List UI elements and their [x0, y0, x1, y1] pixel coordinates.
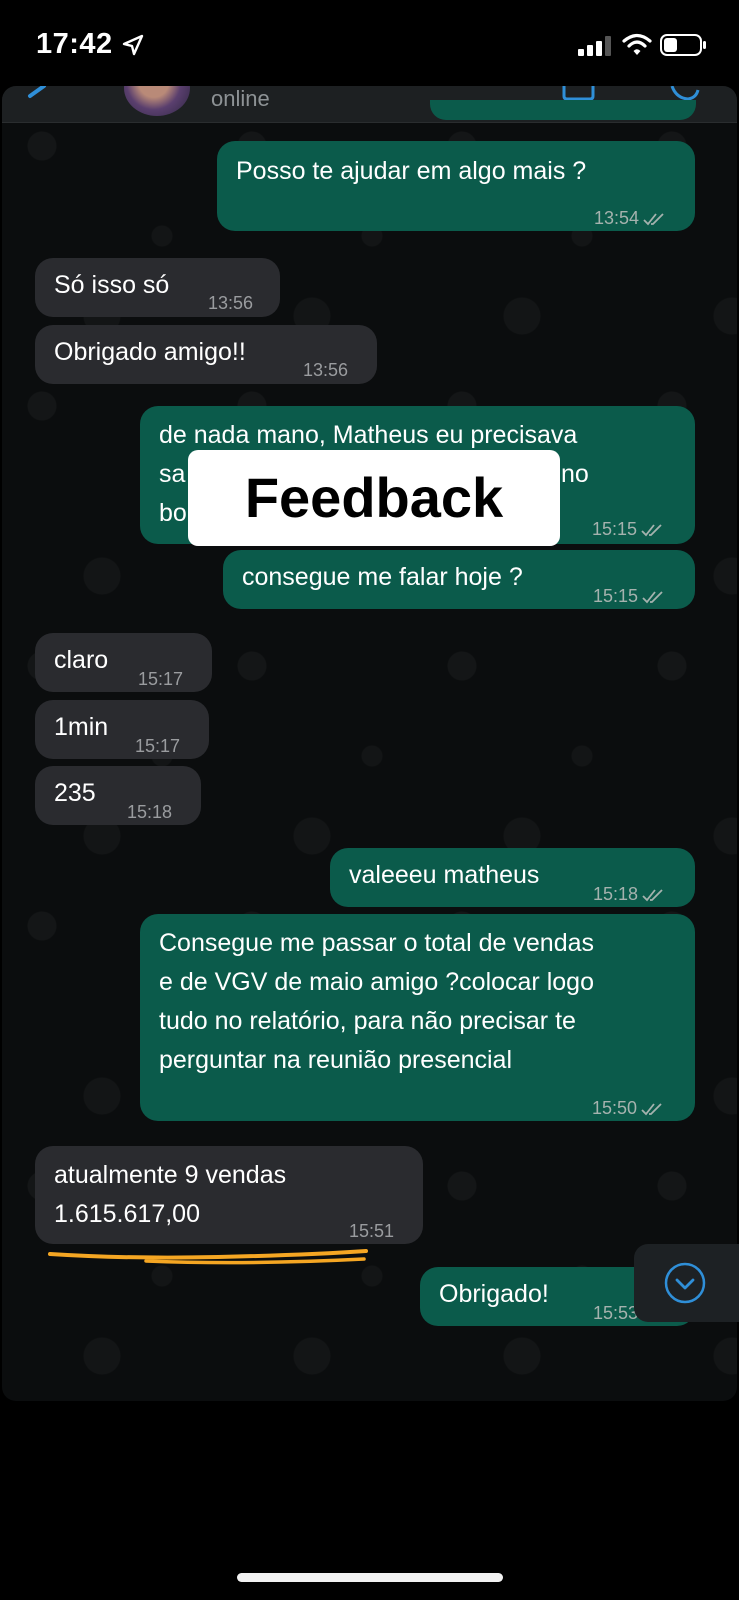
battery-icon: [660, 34, 706, 56]
location-arrow-icon: [122, 34, 144, 56]
home-indicator[interactable]: [237, 1573, 503, 1582]
message-time: 15:18: [127, 802, 173, 822]
message-text: consegue me falar hoje ?: [242, 563, 523, 591]
time-label: 15:53: [593, 1303, 639, 1323]
message-text-line: 1.615.617,00: [54, 1200, 200, 1228]
message-text: Só isso só: [54, 271, 170, 299]
highlight-underline: [48, 1249, 368, 1265]
time-label: 15:15: [593, 586, 639, 606]
message-incoming[interactable]: 235 15:18: [35, 766, 201, 825]
message-text-line: perguntar na reunião presencial: [159, 1046, 513, 1074]
video-call-icon[interactable]: [562, 86, 602, 100]
message-time: 13:56: [208, 293, 254, 313]
message-text: Obrigado amigo!!: [54, 338, 246, 366]
contact-status: online: [211, 86, 270, 111]
message-outgoing[interactable]: Posso te ajudar em algo mais ? 13:54: [217, 141, 695, 231]
message-text-line: atualmente 9 vendas: [54, 1161, 287, 1189]
message-outgoing[interactable]: consegue me falar hoje ? 15:15: [223, 550, 695, 609]
message-text: 1min: [54, 713, 109, 741]
avatar[interactable]: [124, 86, 190, 116]
wifi-icon: [622, 33, 652, 55]
feedback-overlay-label: Feedback: [188, 450, 560, 546]
read-ticks-icon: [642, 591, 663, 604]
read-ticks-icon: [643, 213, 664, 226]
message-time: 15:17: [135, 736, 181, 756]
message-text-fragment: bo: [159, 499, 187, 527]
message-text-line: tudo no relatório, para não precisar te: [159, 1007, 576, 1035]
read-ticks-icon: [642, 889, 663, 902]
status-time: 17:42: [36, 28, 113, 60]
message-partial: [430, 100, 696, 120]
message-incoming[interactable]: Só isso só 13:56: [35, 258, 280, 317]
message-text: Posso te ajudar em algo mais ?: [236, 157, 587, 185]
message-time: 13:54: [594, 199, 665, 238]
message-outgoing[interactable]: Consegue me passar o total de vendas e d…: [140, 914, 695, 1121]
time-label: 13:54: [594, 208, 640, 228]
message-text: claro: [54, 646, 109, 674]
message-incoming[interactable]: Obrigado amigo!! 13:56: [35, 325, 377, 384]
message-text: 235: [54, 779, 96, 807]
message-time: 15:50: [592, 1089, 663, 1128]
read-ticks-icon: [641, 524, 662, 537]
message-text-line: Consegue me passar o total de vendas: [159, 929, 594, 957]
message-text-line: e de VGV de maio amigo ?colocar logo: [159, 968, 594, 996]
signal-icon: [578, 36, 611, 56]
message-time: 15:15: [593, 577, 664, 616]
message-time: 15:17: [138, 669, 184, 689]
phone-call-icon[interactable]: [670, 86, 702, 100]
scroll-down-icon: [664, 1262, 706, 1304]
scroll-down-button[interactable]: [634, 1244, 739, 1322]
time-label: 15:50: [592, 1098, 638, 1118]
message-text-fragment: sa: [159, 460, 186, 488]
message-time: 13:56: [303, 360, 349, 380]
message-text: Obrigado!: [439, 1280, 549, 1308]
back-chevron-icon[interactable]: [24, 86, 48, 108]
time-label: 15:15: [592, 519, 638, 539]
read-ticks-icon: [641, 1103, 662, 1116]
message-time: 15:15: [592, 510, 663, 549]
message-incoming[interactable]: claro 15:17: [35, 633, 212, 692]
message-text-fragment: no: [561, 460, 589, 488]
message-time: 15:18: [593, 875, 664, 914]
message-text: valeeeu matheus: [349, 861, 540, 889]
message-outgoing[interactable]: valeeeu matheus 15:18: [330, 848, 695, 907]
time-label: 15:18: [593, 884, 639, 904]
message-incoming[interactable]: atualmente 9 vendas 1.615.617,00 15:51: [35, 1146, 423, 1244]
chat-window[interactable]: online Posso te ajudar em algo mais ? 13…: [2, 86, 737, 1401]
message-incoming[interactable]: 1min 15:17: [35, 700, 209, 759]
status-bar: 17:42: [0, 0, 739, 86]
